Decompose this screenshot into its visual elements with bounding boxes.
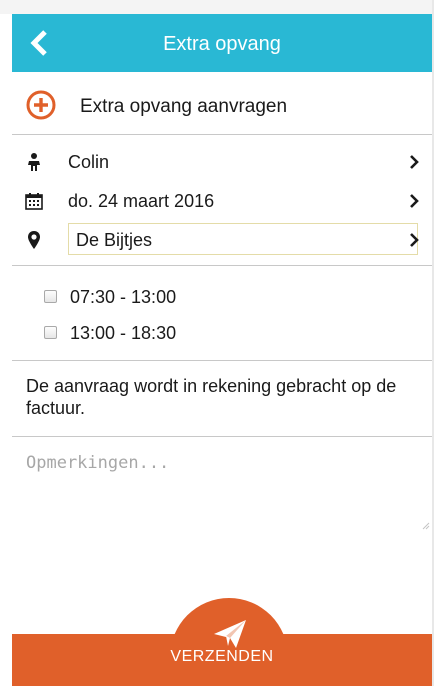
header-bar: Extra opvang xyxy=(12,14,432,72)
date-value: do. 24 maart 2016 xyxy=(68,191,215,211)
divider xyxy=(12,360,432,361)
time-slot-option[interactable]: 07:30 - 13:00 xyxy=(12,282,432,312)
time-slot-label: 07:30 - 13:00 xyxy=(70,287,177,307)
divider xyxy=(12,265,432,266)
divider xyxy=(12,436,432,437)
add-extra-opvang-label: Extra opvang aanvragen xyxy=(80,96,288,117)
submit-label: VERZENDEN xyxy=(170,648,274,665)
date-selector[interactable]: do. 24 maart 2016 xyxy=(12,183,432,219)
plus-circle-icon xyxy=(26,90,56,120)
child-selector[interactable]: Colin xyxy=(12,144,432,180)
child-name: Colin xyxy=(68,152,110,172)
page-top-strip xyxy=(0,0,434,14)
chevron-right-icon xyxy=(410,155,419,169)
app-frame: Extra opvang Extra opvang aanvragen Coli… xyxy=(12,14,432,686)
page-title: Extra opvang xyxy=(163,33,281,55)
time-slot-label: 13:00 - 18:30 xyxy=(70,323,177,343)
billing-info-text: De aanvraag wordt in rekening gebracht o… xyxy=(26,376,397,418)
remarks-field[interactable] xyxy=(24,446,428,546)
calendar-icon xyxy=(25,193,43,210)
map-pin-icon xyxy=(28,231,40,249)
chevron-right-icon xyxy=(410,233,419,247)
add-extra-opvang-button[interactable]: Extra opvang aanvragen xyxy=(12,72,432,134)
time-slot-checkbox[interactable] xyxy=(44,326,57,339)
divider xyxy=(12,134,432,135)
location-selector[interactable]: De Bijtjes xyxy=(12,222,432,258)
resize-grip-icon[interactable] xyxy=(422,522,430,530)
person-icon xyxy=(28,153,40,171)
location-value: De Bijtjes xyxy=(76,230,153,250)
time-slot-checkbox[interactable] xyxy=(44,290,57,303)
chevron-right-icon xyxy=(410,194,419,208)
time-slot-option[interactable]: 13:00 - 18:30 xyxy=(12,318,432,348)
